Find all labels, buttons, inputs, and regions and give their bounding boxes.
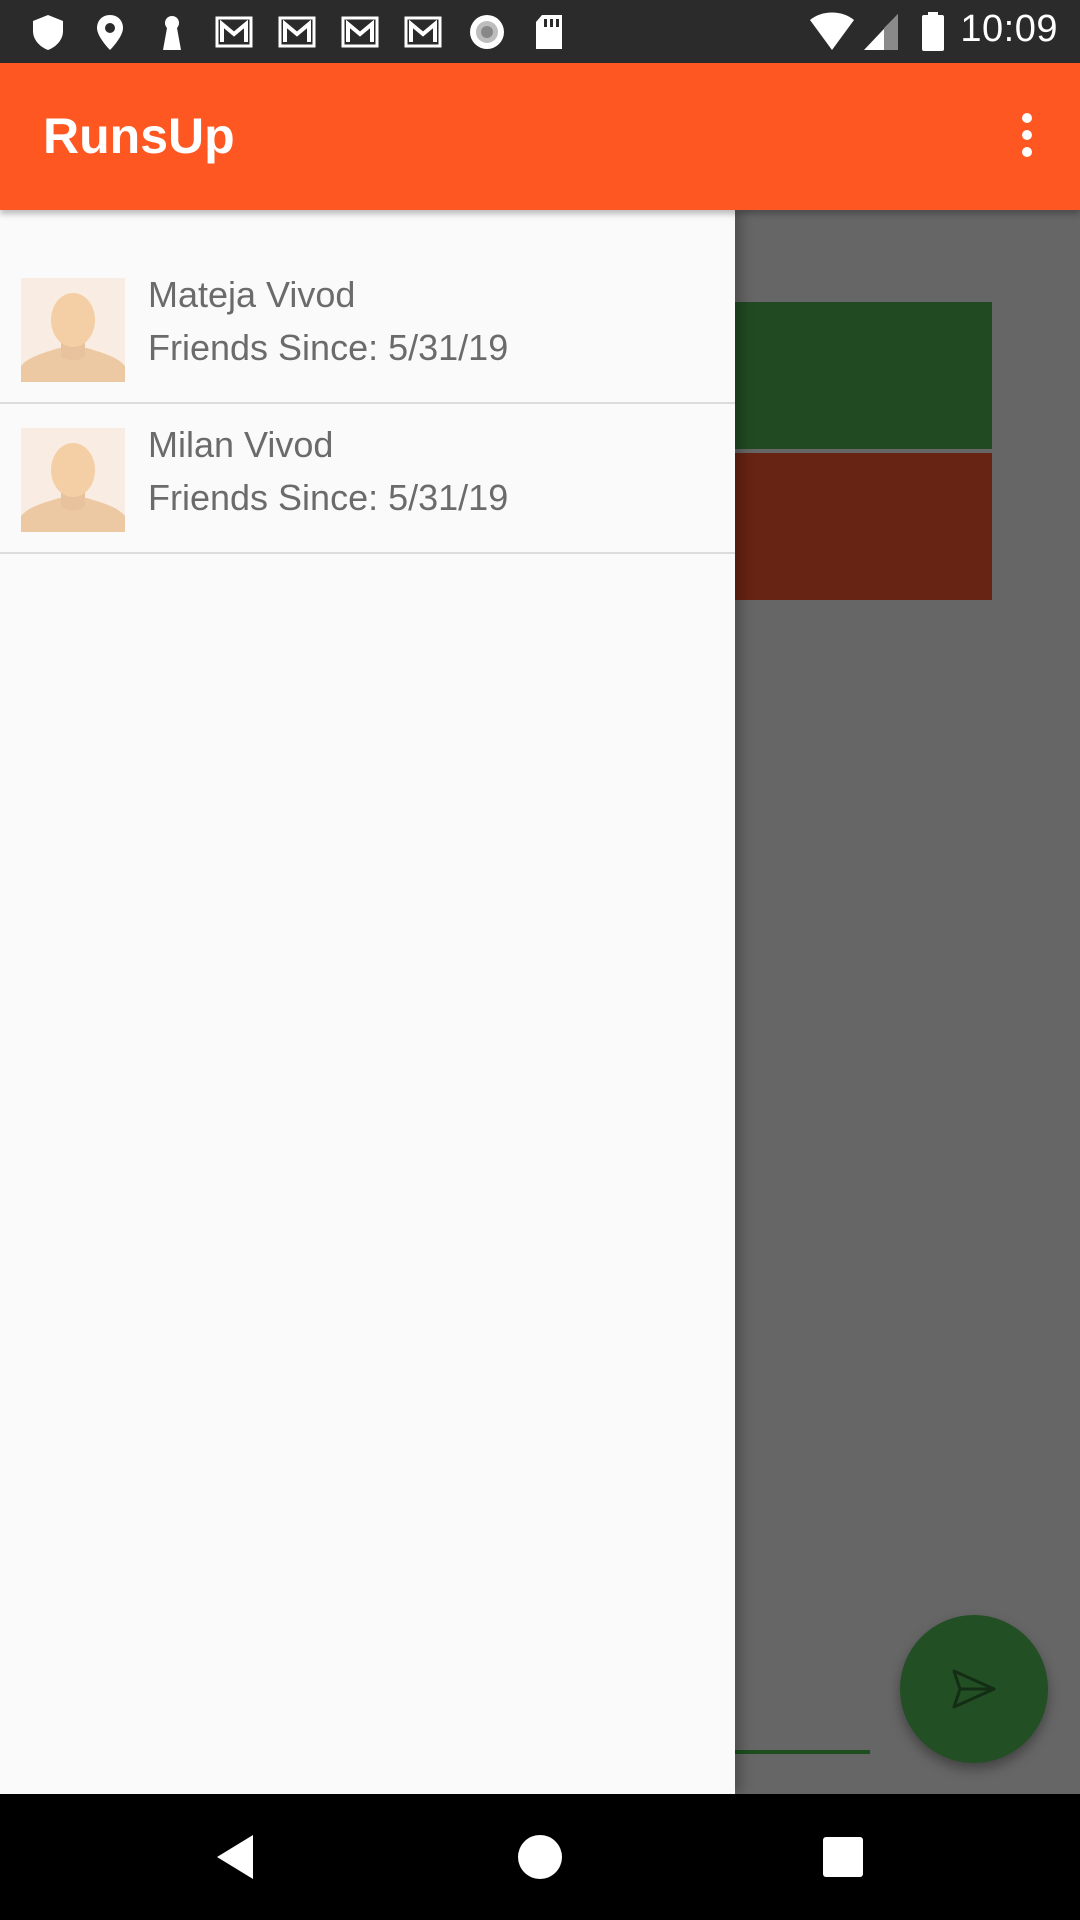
gmail-icon	[278, 16, 316, 48]
friend-name: Milan Vivod	[148, 424, 334, 465]
app-bar: RunsUp	[0, 63, 1080, 210]
status-bar: 10:09	[0, 0, 1080, 63]
shield-icon	[33, 15, 63, 50]
send-button[interactable]	[900, 1615, 1048, 1763]
send-icon	[952, 1669, 996, 1709]
friend-since: Friends Since: 5/31/19	[148, 477, 509, 518]
sd-card-icon	[536, 15, 562, 49]
gmail-icon	[404, 16, 442, 48]
battery-icon	[922, 12, 944, 51]
keyhole-icon	[163, 16, 181, 50]
navigation-bar	[0, 1794, 1080, 1920]
avatar-placeholder-icon	[21, 278, 125, 382]
avatar-placeholder-icon	[21, 428, 125, 532]
record-icon	[470, 15, 504, 49]
friend-name: Mateja Vivod	[148, 274, 356, 315]
friend-list-item[interactable]: Mateja Vivod Friends Since: 5/31/19	[0, 254, 735, 404]
signal-icon	[864, 14, 898, 50]
friend-since: Friends Since: 5/31/19	[148, 327, 509, 368]
back-icon[interactable]	[207, 1827, 267, 1887]
app-screen: 10:09 RunsUp ivod	[0, 0, 1080, 1920]
app-title: RunsUp	[43, 108, 235, 164]
status-time: 10:09	[960, 8, 1058, 50]
wifi-icon	[810, 12, 854, 50]
home-icon[interactable]	[510, 1827, 570, 1887]
location-pin-icon	[97, 15, 123, 50]
friend-list-item[interactable]: Milan Vivod Friends Since: 5/31/19	[0, 404, 735, 554]
gmail-icon	[215, 16, 253, 48]
friends-drawer: Mateja Vivod Friends Since: 5/31/19 Mila…	[0, 210, 735, 1794]
recents-icon[interactable]	[813, 1827, 873, 1887]
gmail-icon	[341, 16, 379, 48]
more-vert-icon[interactable]	[996, 105, 1056, 165]
